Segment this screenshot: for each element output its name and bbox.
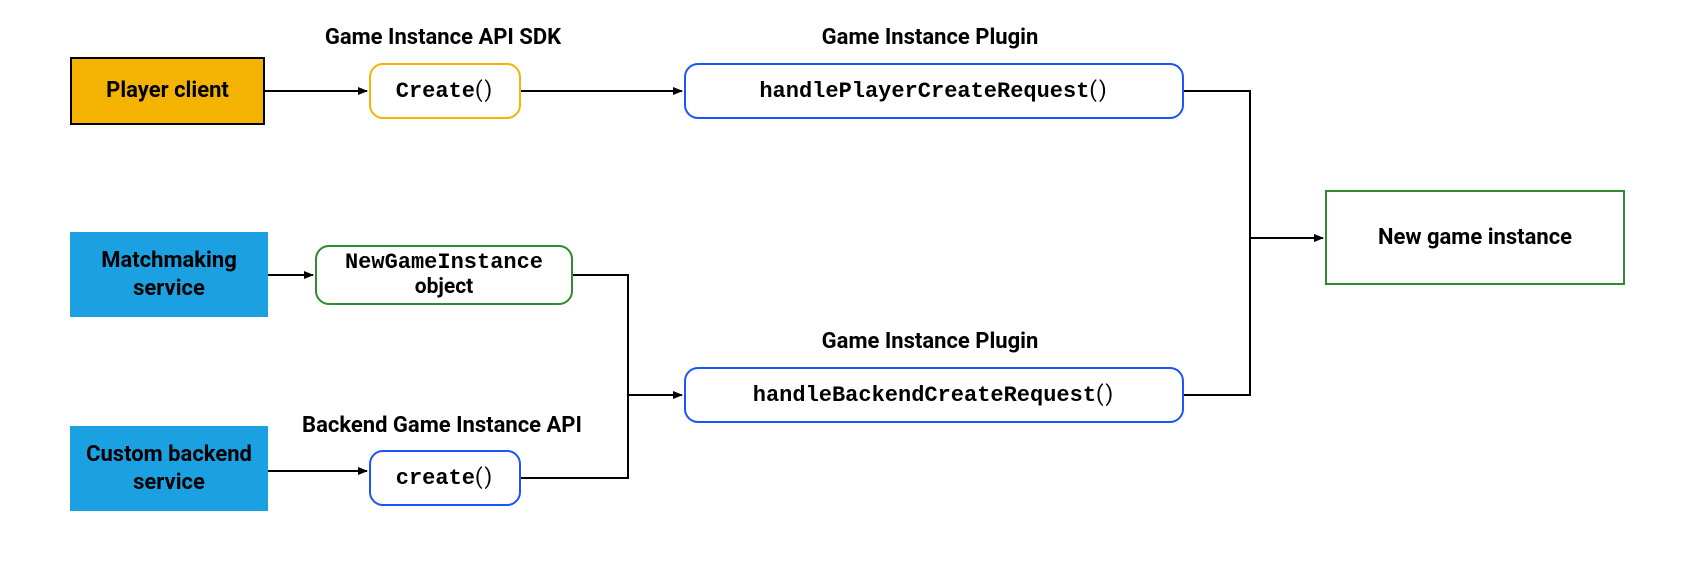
create-sdk-text: Create() — [396, 77, 494, 106]
custom-backend-box: Custom backend service — [70, 426, 268, 511]
newgameinstance-box: NewGameInstance object — [315, 245, 573, 305]
create-backend-text: create() — [396, 464, 494, 493]
player-client-label: Player client — [106, 77, 229, 105]
create-sdk-box: Create() — [369, 63, 521, 119]
handle-player-box: handlePlayerCreateRequest() — [684, 63, 1184, 119]
backend-api-label: Backend Game Instance API — [287, 413, 597, 438]
arrow-handleplayer-result — [1184, 91, 1323, 238]
newgameinstance-l1: NewGameInstance — [345, 251, 543, 275]
arrow-ngi-handlebackend — [573, 275, 682, 395]
matchmaking-label: Matchmaking service — [70, 247, 268, 302]
handle-backend-text: handleBackendCreateRequest() — [753, 381, 1115, 410]
newgameinstance-l2: object — [415, 276, 474, 299]
player-client-box: Player client — [70, 57, 265, 125]
new-game-instance-result-label: New game instance — [1378, 224, 1572, 252]
handle-player-text: handlePlayerCreateRequest() — [759, 77, 1108, 106]
plugin-top-label: Game Instance Plugin — [810, 25, 1050, 50]
new-game-instance-result-box: New game instance — [1325, 190, 1625, 285]
arrow-handlebackend-result — [1184, 238, 1250, 395]
custom-backend-label: Custom backend service — [70, 441, 268, 496]
sdk-label: Game Instance API SDK — [313, 25, 573, 50]
matchmaking-box: Matchmaking service — [70, 232, 268, 317]
create-backend-box: create() — [369, 450, 521, 506]
handle-backend-box: handleBackendCreateRequest() — [684, 367, 1184, 423]
plugin-bottom-label: Game Instance Plugin — [810, 329, 1050, 354]
